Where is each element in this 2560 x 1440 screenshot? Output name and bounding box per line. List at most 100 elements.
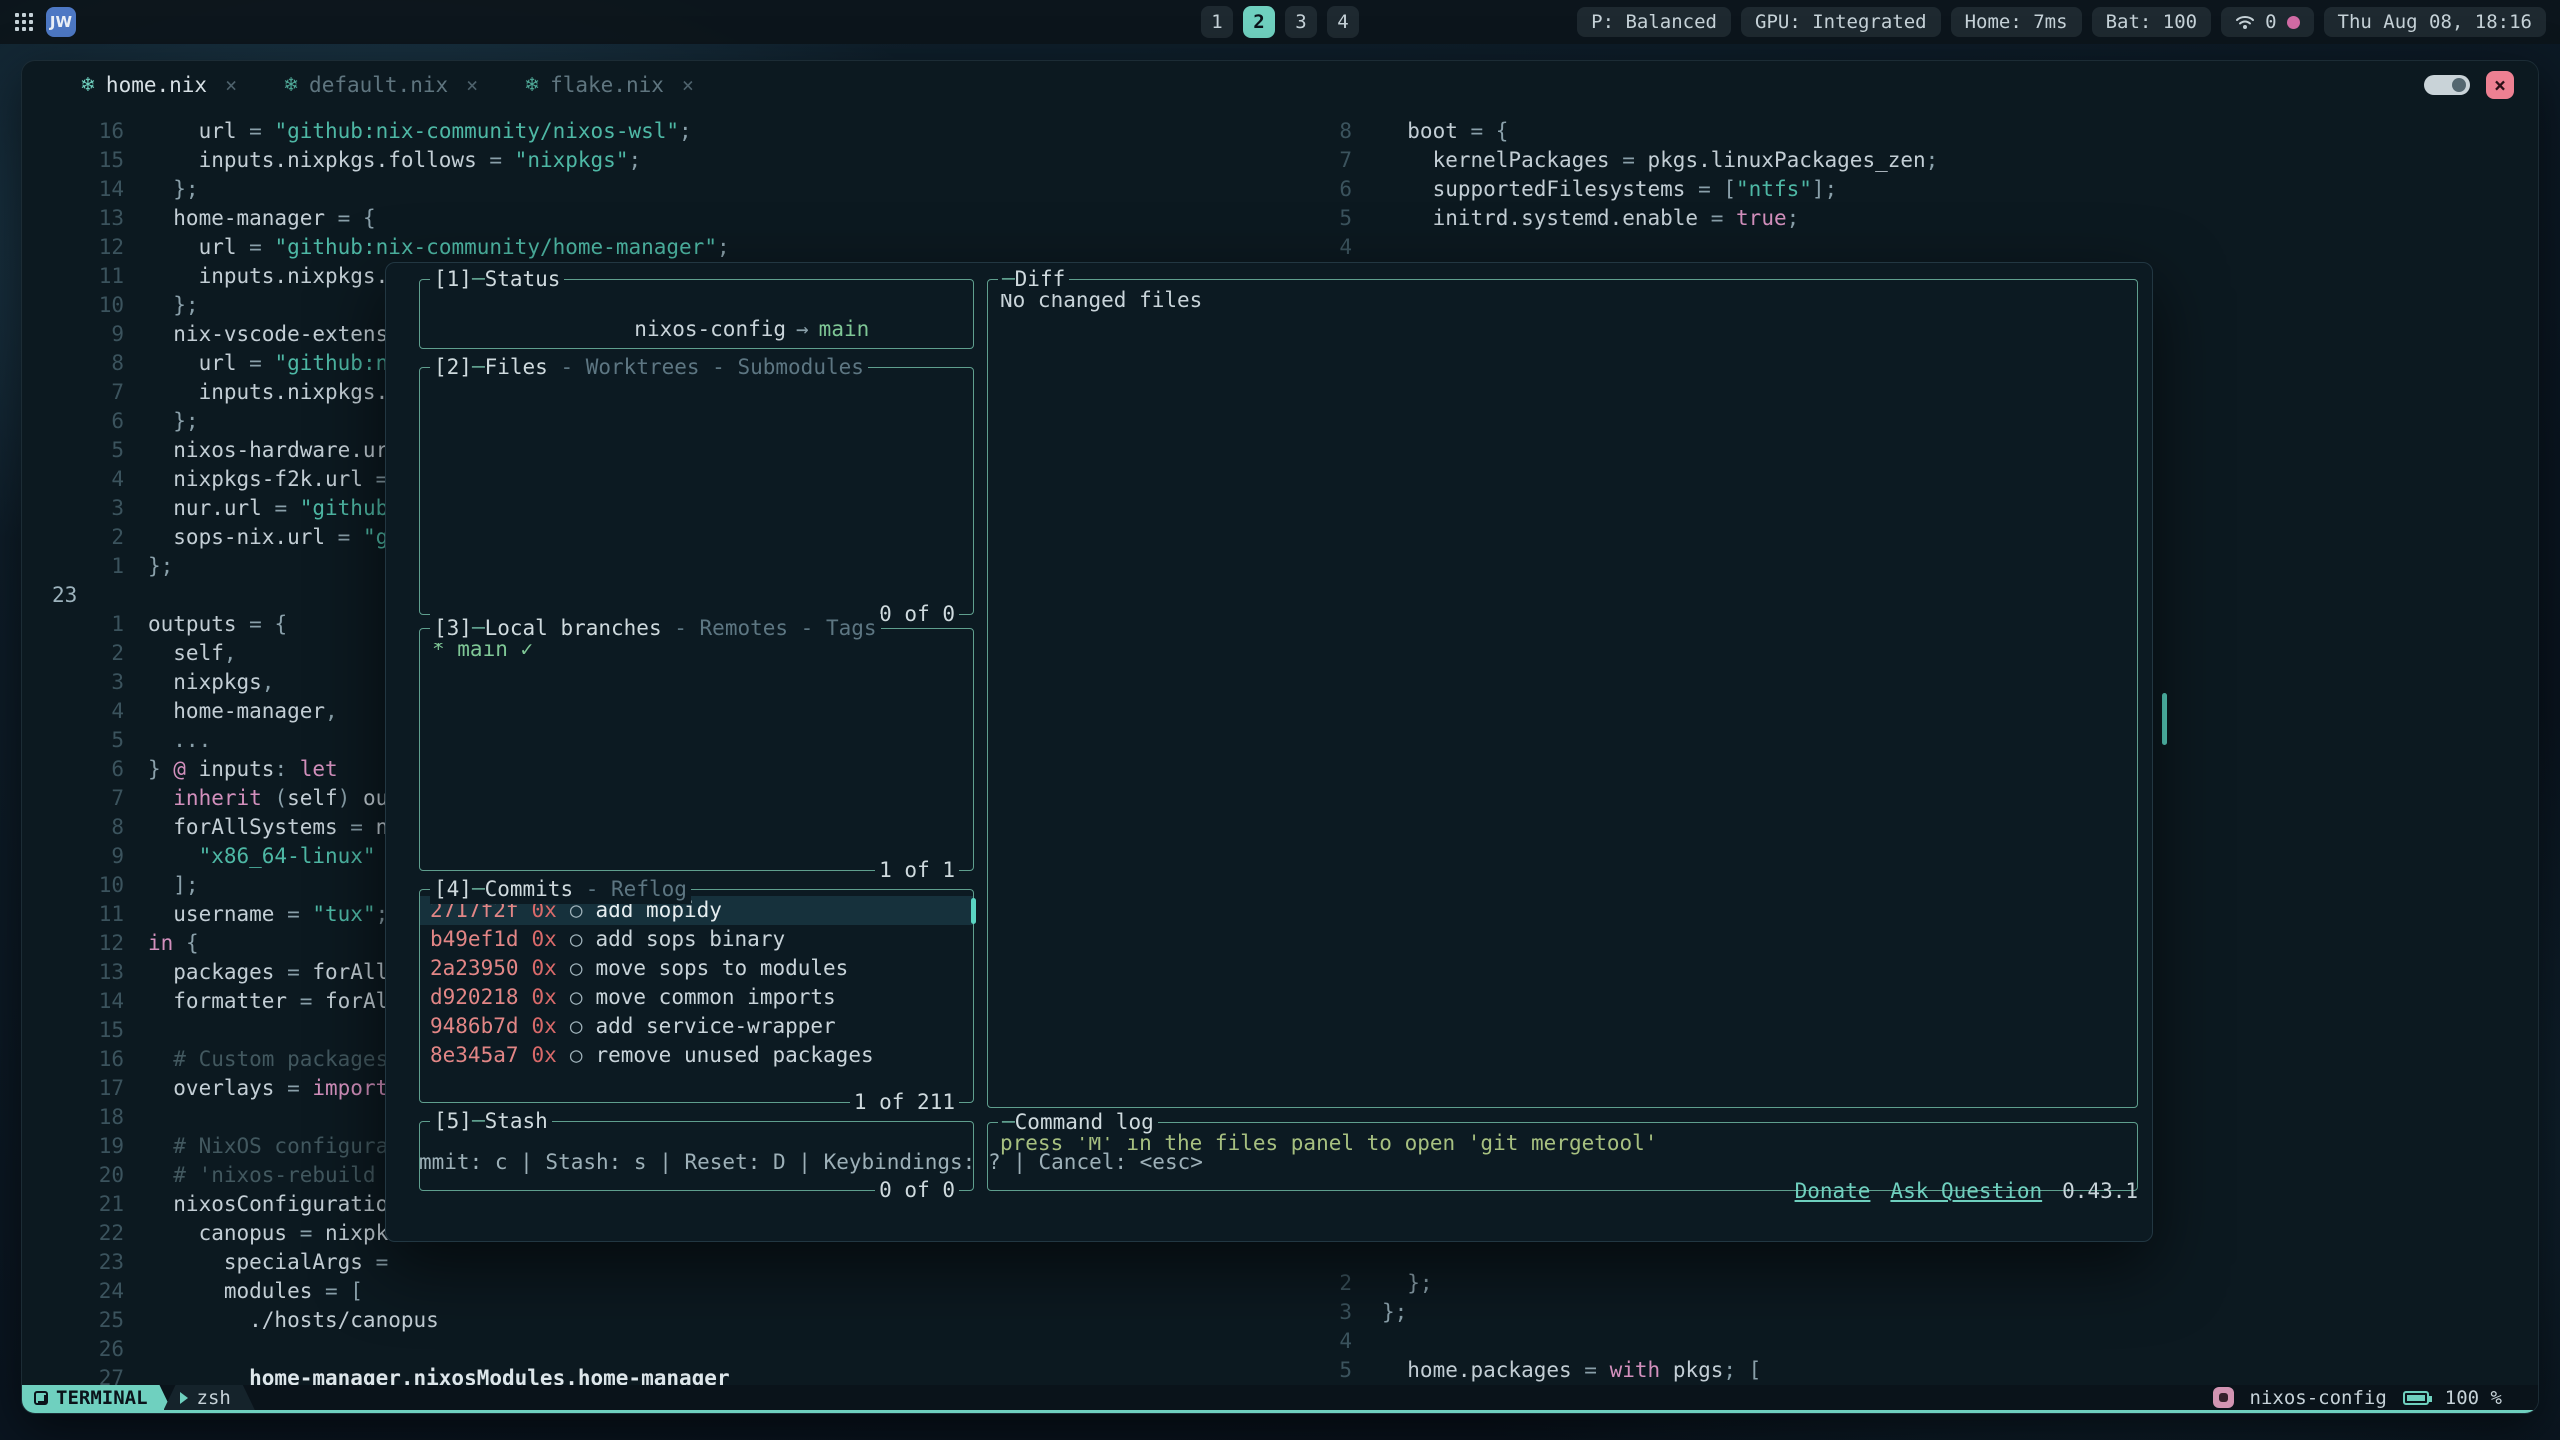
lazygit-branches-panel[interactable]: [3]─Local branches - Remotes - Tags * ma… [419, 628, 974, 870]
tab-close-icon[interactable]: × [466, 73, 478, 97]
line-number: 11 [34, 262, 124, 291]
code-token: self [287, 786, 338, 810]
line-number: 9 [34, 320, 124, 349]
logo-badge[interactable]: JW [46, 7, 76, 37]
commit-push-icon: ○ [570, 954, 583, 983]
code-token: outputs [148, 612, 249, 636]
code-token: }; [1382, 1300, 1407, 1324]
tab-home.nix[interactable]: ❄home.nix× [80, 73, 237, 97]
donate-link[interactable]: Donate [1795, 1179, 1871, 1203]
commit-message: move common imports [595, 983, 835, 1012]
code-token: }; [148, 409, 199, 433]
line-number: 11 [34, 900, 124, 929]
workspace-button-2[interactable]: 2 [1243, 6, 1275, 38]
line-number: 24 [34, 1277, 124, 1306]
commit-author: 0x [532, 1012, 557, 1041]
window-toggle[interactable] [2424, 75, 2470, 95]
code-token: = { [249, 612, 287, 636]
line-number: 4 [1292, 1327, 1352, 1356]
workspace-button-1[interactable]: 1 [1201, 6, 1233, 38]
code-token: ; [679, 119, 692, 143]
tab-default.nix[interactable]: ❄default.nix× [283, 73, 478, 97]
line-number: 13 [34, 958, 124, 987]
code-token: with [1610, 1358, 1661, 1382]
topbar-status-pills: P: BalancedGPU: IntegratedHome: 7msBat: … [1577, 7, 2211, 37]
code-token: ( [274, 786, 287, 810]
shell-label: zsh [197, 1387, 231, 1409]
mode-badge: TERMINAL [22, 1385, 172, 1410]
code-line: 23 specialArgs = [34, 1248, 1280, 1277]
code-text: ... [148, 726, 211, 755]
panel-number: [4] [434, 875, 472, 904]
code-token: } [148, 757, 173, 781]
line-number: 15 [34, 1016, 124, 1045]
code-token: inputs.nixpkgs. [148, 380, 388, 404]
lazygit-commits-panel[interactable]: [4]─Commits - Reflog 2717f2f0x○add mopid… [419, 889, 974, 1103]
code-text: formatter = forAl [148, 987, 388, 1016]
panel-title: [5]─Stash [430, 1107, 552, 1136]
workspace-button-3[interactable]: 3 [1285, 6, 1317, 38]
code-token: specialArgs [148, 1250, 376, 1274]
nix-flake-icon: ❄ [283, 74, 299, 96]
commit-row[interactable]: d9202180x○move common imports [420, 983, 973, 1012]
code-token: overlays [148, 1076, 287, 1100]
commit-message: add service-wrapper [595, 1012, 835, 1041]
line-number: 2 [34, 523, 124, 552]
panel-name: Diff [1015, 265, 1066, 294]
clock: Thu Aug 08, 18:16 [2324, 7, 2546, 37]
editor-right-top: 8 boot = {7 kernelPackages = pkgs.linuxP… [1292, 117, 2538, 262]
nix-flake-icon: ❄ [524, 74, 540, 96]
apps-grid-icon[interactable] [14, 12, 34, 32]
code-token: : [274, 757, 299, 781]
code-token: ]; [148, 873, 199, 897]
lazygit-status-panel[interactable]: [1]─Status nixos-config→main [419, 279, 974, 349]
code-text: # NixOS configura [148, 1132, 388, 1161]
code-token: inputs.nixpkgs.follows [148, 148, 489, 172]
tab-label: home.nix [106, 73, 207, 97]
code-line: 26 [34, 1335, 1280, 1364]
shell-badge[interactable]: zsh [164, 1385, 255, 1410]
tab-close-icon[interactable]: × [682, 73, 694, 97]
panel-subtabs: - Reflog [573, 875, 687, 904]
border-dash: ─ [1002, 1108, 1015, 1137]
code-token: import [312, 1076, 388, 1100]
panel-subtabs: - Remotes - Tags [662, 614, 877, 643]
line-number: 7 [1292, 146, 1352, 175]
commit-author: 0x [532, 925, 557, 954]
code-token: }; [1382, 1271, 1433, 1295]
commit-row[interactable]: 2a239500x○move sops to modules [420, 954, 973, 983]
code-text: } @ inputs: let [148, 755, 338, 784]
code-text: initrd.systemd.enable = true; [1382, 204, 1799, 233]
code-token: = [249, 351, 274, 375]
window-close-button[interactable]: × [2486, 71, 2514, 99]
code-token: self [148, 641, 224, 665]
tab-close-icon[interactable]: × [225, 73, 237, 97]
code-line: 5 initrd.systemd.enable = true; [1292, 204, 2538, 233]
code-text: specialArgs = [148, 1248, 388, 1277]
workspace-button-4[interactable]: 4 [1327, 6, 1359, 38]
code-token: home-manager [148, 206, 338, 230]
code-token: = [300, 989, 325, 1013]
code-token: = [1711, 206, 1736, 230]
code-token: = [ [325, 1279, 363, 1303]
code-token: = [287, 902, 312, 926]
ask-question-link[interactable]: Ask Question [1890, 1179, 2042, 1203]
line-number: 5 [34, 726, 124, 755]
code-token: let [300, 757, 338, 781]
pane-scrollbar[interactable] [2162, 693, 2167, 745]
code-token: = [1584, 1358, 1609, 1382]
commits-scrollbar[interactable] [971, 898, 976, 924]
commit-row[interactable]: 9486b7d0x○add service-wrapper [420, 1012, 973, 1041]
system-tray: 0 [2221, 7, 2313, 37]
tab-flake.nix[interactable]: ❄flake.nix× [524, 73, 694, 97]
tab-bar: ❄home.nix×❄default.nix×❄flake.nix× × [22, 61, 2538, 109]
code-token: nix-vscode-extens [148, 322, 388, 346]
status-bar: TERMINAL zsh nixos-config 100 % [22, 1385, 2538, 1413]
lazygit-grid: [1]─Status nixos-config→main [2]─Files -… [419, 279, 2138, 1191]
line-number: 18 [34, 1103, 124, 1132]
code-token: "github:nix-community/home-manager" [274, 235, 717, 259]
commit-row[interactable]: b49ef1d0x○add sops binary [420, 925, 973, 954]
commit-row[interactable]: 8e345a70x○remove unused packages [420, 1041, 973, 1070]
lazygit-diff-panel[interactable]: ─Diff No changed files [987, 279, 2138, 1108]
lazygit-files-panel[interactable]: [2]─Files - Worktrees - Submodules 0 of … [419, 367, 974, 615]
